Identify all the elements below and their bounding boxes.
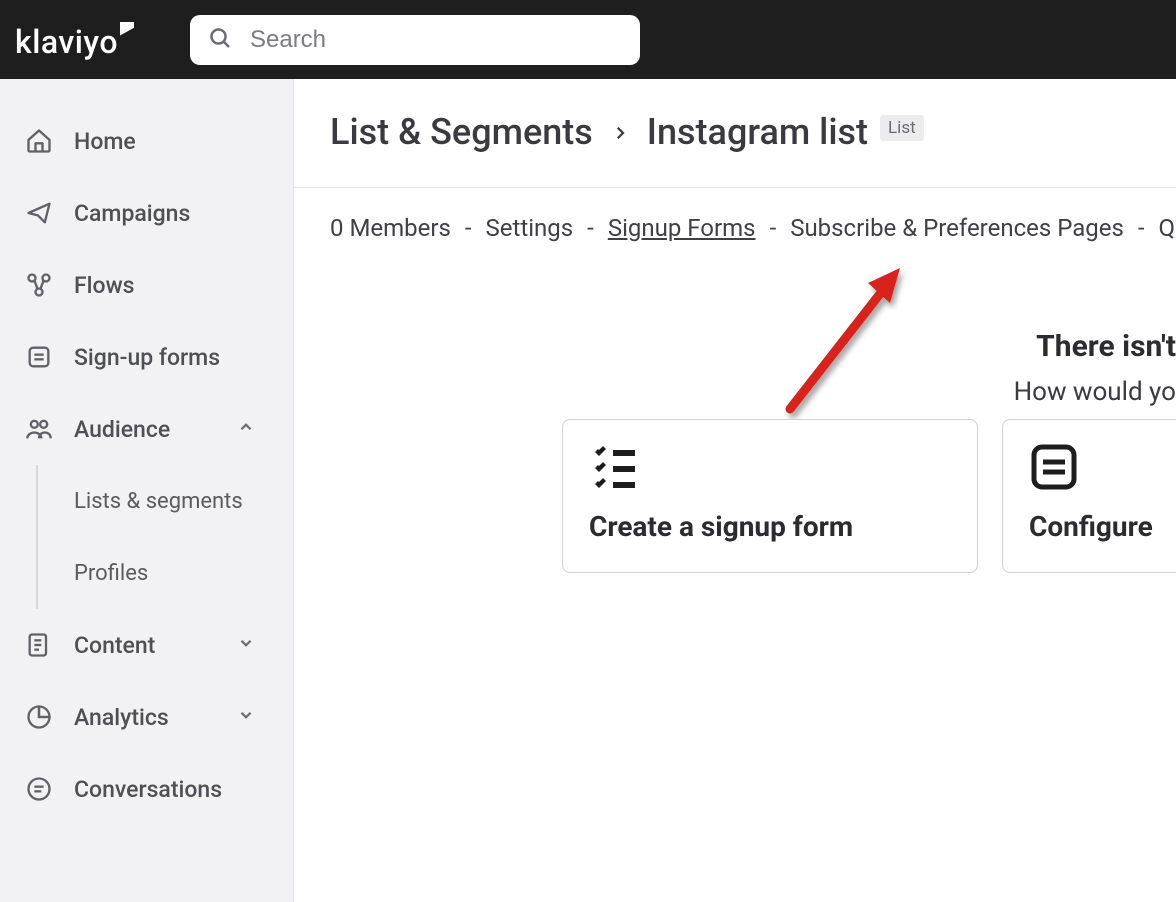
- tab-separator: -: [465, 214, 472, 242]
- sidebar: Home Campaigns Flows Sign-up forms: [0, 79, 294, 902]
- sidebar-item-label: Sign-up forms: [74, 344, 220, 371]
- checklist-icon: [589, 442, 639, 492]
- tab-quick-add[interactable]: Quick Add: [1159, 214, 1176, 242]
- card-title: Configure: [1029, 510, 1176, 543]
- sidebar-subitem-lists-segments[interactable]: Lists & segments: [38, 465, 293, 537]
- audience-subnav: Lists & segments Profiles: [36, 465, 293, 609]
- sidebar-item-label: Audience: [74, 416, 170, 443]
- tab-signup-forms[interactable]: Signup Forms: [608, 214, 756, 242]
- form-icon: [24, 342, 54, 372]
- send-icon: [24, 198, 54, 228]
- card-title: Create a signup form: [589, 510, 951, 543]
- sidebar-item-conversations[interactable]: Conversations: [0, 753, 293, 825]
- flow-icon: [24, 270, 54, 300]
- card-create-signup-form[interactable]: Create a signup form: [562, 419, 978, 573]
- form-box-icon: [1029, 442, 1079, 492]
- sidebar-item-home[interactable]: Home: [0, 105, 293, 177]
- tab-settings[interactable]: Settings: [486, 214, 574, 242]
- chevron-right-icon: [611, 119, 629, 149]
- tab-separator: -: [1138, 214, 1145, 242]
- search-icon: [208, 26, 232, 54]
- empty-state-subhead: How would yo: [1014, 377, 1176, 407]
- subitem-label: Lists & segments: [74, 489, 243, 514]
- people-icon: [24, 414, 54, 444]
- empty-state-headline: There isn't: [1036, 329, 1176, 364]
- sidebar-item-label: Content: [74, 632, 155, 659]
- chevron-up-icon: [237, 418, 255, 440]
- breadcrumb: List & Segments Instagram list List: [294, 79, 1176, 153]
- topbar: klaviyo: [0, 0, 1176, 79]
- home-icon: [24, 126, 54, 156]
- search-box[interactable]: [190, 15, 640, 65]
- sidebar-item-signup-forms[interactable]: Sign-up forms: [0, 321, 293, 393]
- sidebar-item-campaigns[interactable]: Campaigns: [0, 177, 293, 249]
- chat-icon: [24, 774, 54, 804]
- list-tabs: 0 Members - Settings - Signup Forms - Su…: [294, 188, 1176, 242]
- tab-members[interactable]: 0 Members: [330, 214, 451, 242]
- action-cards: Create a signup form Configure: [562, 419, 1176, 573]
- breadcrumb-current: Instagram list: [647, 111, 868, 153]
- list-type-badge: List: [880, 115, 924, 141]
- sidebar-item-flows[interactable]: Flows: [0, 249, 293, 321]
- chart-icon: [24, 702, 54, 732]
- sidebar-item-content[interactable]: Content: [0, 609, 293, 681]
- tab-separator: -: [770, 214, 777, 242]
- sidebar-item-label: Flows: [74, 272, 135, 299]
- tab-subscribe-preferences[interactable]: Subscribe & Preferences Pages: [790, 214, 1124, 242]
- sidebar-item-analytics[interactable]: Analytics: [0, 681, 293, 753]
- sidebar-item-label: Conversations: [74, 776, 222, 803]
- breadcrumb-root[interactable]: List & Segments: [330, 111, 593, 153]
- sidebar-item-audience[interactable]: Audience: [0, 393, 293, 465]
- sidebar-subitem-profiles[interactable]: Profiles: [38, 537, 293, 609]
- card-configure[interactable]: Configure: [1002, 419, 1176, 573]
- chevron-down-icon: [237, 634, 255, 656]
- tab-separator: -: [587, 214, 594, 242]
- brand-text: klaviyo: [15, 26, 118, 58]
- sidebar-item-label: Home: [74, 128, 136, 155]
- subitem-label: Profiles: [74, 561, 148, 586]
- brand-flag-icon: [120, 22, 134, 36]
- chevron-down-icon: [237, 706, 255, 728]
- sidebar-item-label: Campaigns: [74, 200, 190, 227]
- search-input[interactable]: [250, 26, 622, 54]
- brand-logo[interactable]: klaviyo: [15, 26, 134, 58]
- content-icon: [24, 630, 54, 660]
- annotation-arrow-icon: [772, 259, 932, 443]
- main-content: List & Segments Instagram list List 0 Me…: [294, 79, 1176, 902]
- sidebar-item-label: Analytics: [74, 704, 169, 731]
